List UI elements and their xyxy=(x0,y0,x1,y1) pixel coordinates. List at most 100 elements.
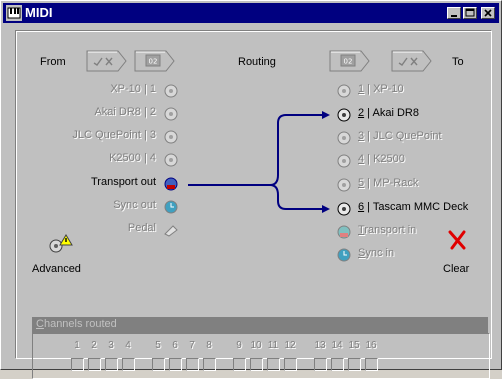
midi-port-icon[interactable] xyxy=(336,177,352,193)
channel-checkbox[interactable] xyxy=(122,358,135,371)
close-icon xyxy=(484,9,492,17)
channel-checkbox[interactable] xyxy=(203,358,216,371)
channel-checkbox[interactable] xyxy=(284,358,297,371)
input-label-k2500[interactable]: K2500 | 4 xyxy=(109,152,156,164)
channel-number: 13 xyxy=(314,340,326,351)
channel-checkbox[interactable] xyxy=(267,358,280,371)
output-label-1: | XP-10 xyxy=(364,83,404,95)
clear-button[interactable]: Clear xyxy=(443,263,469,275)
channel-number: 16 xyxy=(365,340,377,351)
maximize-icon xyxy=(465,8,475,17)
channels-header-text: hannels routed xyxy=(43,318,117,330)
output-item-1[interactable]: 1 | XP-10 xyxy=(358,83,404,95)
channel-checkbox[interactable] xyxy=(88,358,101,371)
midi-window: MIDI From 02 Routing 02 To XP-10 | 1 Aka… xyxy=(0,0,502,379)
channel-number: 5 xyxy=(155,340,161,351)
channel-checkbox[interactable] xyxy=(250,358,263,371)
from-label: From xyxy=(40,56,66,68)
input-label-sync-out[interactable]: Sync out xyxy=(113,199,156,211)
channel-number: 11 xyxy=(267,340,279,351)
channel-checkbox[interactable] xyxy=(152,358,165,371)
output-item-3[interactable]: 3 | JLC QuePoint xyxy=(358,130,442,142)
output-label-4: | K2500 xyxy=(364,153,405,165)
midi-port-icon[interactable] xyxy=(336,83,352,99)
output-item-2[interactable]: 2 | Akai DR8 xyxy=(358,107,419,119)
channel-number: 3 xyxy=(108,340,114,351)
output-list: 1 | XP-10 2 | Akai DR8 3 | JLC QuePoint … xyxy=(358,83,493,273)
channel-number: 1 xyxy=(74,340,80,351)
input-label-xp10[interactable]: XP-10 | 1 xyxy=(110,83,156,95)
close-button[interactable] xyxy=(481,7,495,19)
window-title: MIDI xyxy=(25,5,53,20)
output-item-transport-in[interactable]: Transport in xyxy=(358,224,416,236)
to-filter-button[interactable] xyxy=(391,50,433,72)
svg-text:02: 02 xyxy=(149,58,158,66)
output-item-5[interactable]: 5 | MP-Rack xyxy=(358,177,418,189)
from-filter-button[interactable] xyxy=(86,50,128,72)
channel-number: 10 xyxy=(250,340,262,351)
midi-port-icon[interactable] xyxy=(336,153,352,169)
channel-number: 8 xyxy=(206,340,212,351)
input-label-transport-out[interactable]: Transport out xyxy=(91,176,156,188)
sync-in-icon[interactable] xyxy=(336,247,352,263)
transport-out-icon[interactable] xyxy=(163,176,179,192)
midi-app-icon xyxy=(6,5,22,21)
channel-checkbox[interactable] xyxy=(169,358,182,371)
channel-checkbox[interactable] xyxy=(314,358,327,371)
midi-port-icon[interactable] xyxy=(163,83,179,99)
channel-number: 14 xyxy=(331,340,343,351)
midi-port-icon[interactable] xyxy=(163,129,179,145)
input-list: XP-10 | 1 Akai DR8 | 2 JLC QuePoint | 3 … xyxy=(16,83,156,251)
channel-checkbox[interactable] xyxy=(348,358,361,371)
channel-number: 6 xyxy=(172,340,178,351)
output-item-4[interactable]: 4 | K2500 xyxy=(358,153,405,165)
output-item-sync-in[interactable]: Sync in xyxy=(358,247,394,259)
output-item-6[interactable]: 6 | Tascam MMC Deck xyxy=(358,201,468,213)
sync-out-icon[interactable] xyxy=(163,199,179,215)
advanced-button[interactable]: Advanced xyxy=(32,263,81,275)
channel-checkbox[interactable] xyxy=(186,358,199,371)
channel-checkbox[interactable] xyxy=(331,358,344,371)
maximize-button[interactable] xyxy=(463,7,477,19)
channels-routed-header: Channels routed xyxy=(32,317,488,333)
channels-header-accel: C xyxy=(36,318,44,330)
input-label-pedal[interactable]: Pedal xyxy=(128,222,156,234)
routing-panel: From 02 Routing 02 To XP-10 | 1 Akai DR8… xyxy=(15,30,493,379)
channels-routed-group: 1 2 3 4 5 6 7 8 9 10 11 12 13 14 15 16 xyxy=(32,333,490,379)
channel-number: 15 xyxy=(348,340,360,351)
minimize-icon xyxy=(451,15,457,17)
channel-checkbox[interactable] xyxy=(105,358,118,371)
midi-port-icon[interactable] xyxy=(336,201,352,217)
output-label-6: | Tascam MMC Deck xyxy=(364,201,469,213)
channel-number: 12 xyxy=(284,340,296,351)
midi-port-icon[interactable] xyxy=(336,130,352,146)
input-label-jlc[interactable]: JLC QuePoint | 3 xyxy=(72,129,156,141)
channel-checkbox[interactable] xyxy=(365,358,378,371)
routing-lines xyxy=(188,111,330,213)
output-label-transport-in: ransport in xyxy=(364,224,417,236)
channel-number: 9 xyxy=(236,340,242,351)
midi-port-icon[interactable] xyxy=(163,106,179,122)
midi-port-icon[interactable] xyxy=(163,152,179,168)
output-label-3: | JLC QuePoint xyxy=(364,130,442,142)
to-label: To xyxy=(452,56,464,68)
transport-in-icon[interactable] xyxy=(336,224,352,240)
channel-number: 7 xyxy=(189,340,195,351)
output-label-sync-in: ync in xyxy=(365,247,395,259)
title-bar[interactable]: MIDI xyxy=(3,3,499,23)
routing-label: Routing xyxy=(238,56,276,68)
pedal-icon[interactable] xyxy=(163,222,179,238)
input-label-akai[interactable]: Akai DR8 | 2 xyxy=(94,106,156,118)
midi-port-icon[interactable] xyxy=(336,107,352,123)
channel-checkbox[interactable] xyxy=(71,358,84,371)
advanced-icon[interactable] xyxy=(46,233,74,255)
channel-checkbox[interactable] xyxy=(233,358,246,371)
output-label-5: | MP-Rack xyxy=(364,177,419,189)
channel-number: 4 xyxy=(125,340,131,351)
from-channel-button[interactable]: 02 xyxy=(134,50,176,72)
minimize-button[interactable] xyxy=(447,7,461,19)
output-label-2: | Akai DR8 xyxy=(364,107,419,119)
to-channel-button[interactable]: 02 xyxy=(329,50,371,72)
clear-icon[interactable] xyxy=(447,229,467,251)
svg-text:02: 02 xyxy=(344,58,353,66)
